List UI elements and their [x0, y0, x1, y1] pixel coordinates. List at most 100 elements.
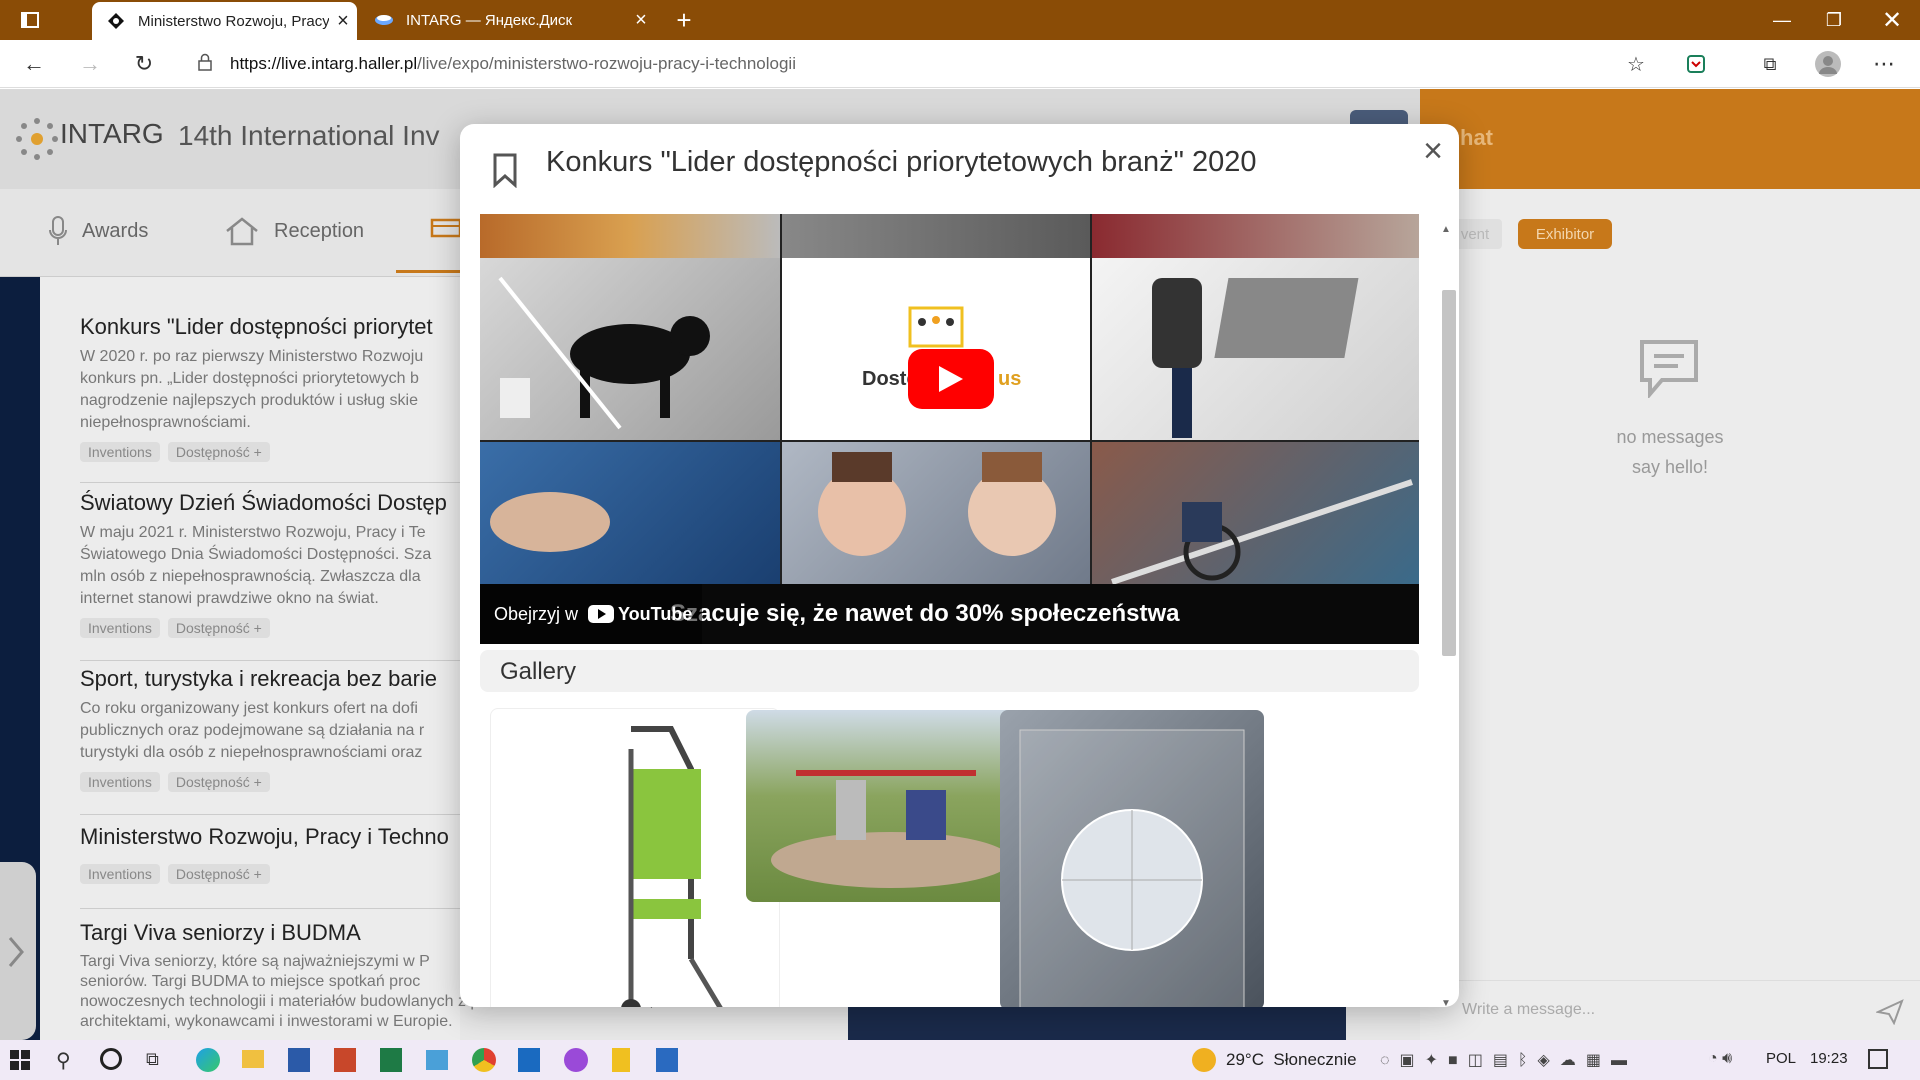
app-icon[interactable] — [612, 1048, 630, 1072]
scroll-down-icon[interactable]: ▼ — [1441, 998, 1451, 1007]
project-modal: Konkurs "Lider dostępności priorytetowyc… — [460, 124, 1459, 1007]
forward-icon[interactable]: → — [72, 46, 108, 82]
tab-title: Ministerstwo Rozwoju, Pracy i Te — [138, 12, 329, 30]
gallery-image-evacuation-chair[interactable] — [490, 708, 780, 1007]
watch-on-youtube-button[interactable]: Obejrzyj w YouTube — [480, 584, 702, 644]
modal-scrollbar[interactable]: ▲ ▼ — [1438, 220, 1458, 1007]
address-bar-row: ← → ↻ https://live.intarg.haller.pl/live… — [0, 40, 1920, 88]
url-input[interactable]: https://live.intarg.haller.pl/live/expo/… — [180, 46, 1660, 82]
tag-dostepnosc[interactable]: Dostępność + — [167, 442, 270, 462]
guide-dog-tile — [480, 258, 780, 440]
tag-inventions[interactable]: Inventions — [80, 864, 160, 884]
minimize-icon[interactable]: — — [1756, 0, 1808, 40]
list-item-title: Konkurs "Lider dostępności priorytet — [80, 314, 433, 339]
list-item-description: W maju 2021 r. Ministerstwo Rozwoju, Pra… — [80, 524, 432, 607]
youtube-video-embed[interactable]: Doste us Szacuje się, że nawet do 30% sp… — [480, 214, 1419, 644]
divider — [80, 660, 460, 661]
windows-start-icon[interactable] — [10, 1050, 30, 1070]
expo-icon[interactable] — [430, 214, 462, 244]
play-icon — [939, 366, 963, 392]
gallery-image-crystal-globe[interactable] — [1000, 710, 1264, 1007]
bookmark-icon[interactable] — [490, 152, 520, 188]
nav-awards-label: Awards — [82, 219, 149, 242]
nav-active-underline — [396, 270, 460, 273]
list-item[interactable]: Sport, turystyka i rekreacja bez barie C… — [80, 666, 460, 792]
chat-header: hat — [1420, 89, 1920, 189]
video-tile — [1092, 214, 1419, 258]
excel-icon[interactable] — [380, 1048, 402, 1072]
list-item[interactable]: Światowy Dzień Świadomości Dostęp W maju… — [80, 490, 460, 638]
search-icon[interactable]: ⚲ — [56, 1048, 71, 1073]
task-view-icon[interactable]: ⧉ — [146, 1049, 159, 1070]
site-logo-text: INTARG — [60, 118, 164, 149]
robotic-hand-tile — [1092, 258, 1419, 440]
tab-title: INTARG — Яндекс.Диск — [406, 11, 573, 29]
notifications-icon[interactable] — [1868, 1049, 1888, 1069]
collections-icon[interactable]: ⧉ — [1752, 46, 1788, 82]
tag-inventions[interactable]: Inventions — [80, 772, 160, 792]
reload-icon[interactable]: ↻ — [126, 46, 162, 82]
sidebar-collapse-handle[interactable] — [0, 862, 36, 1040]
system-tray-icons[interactable]: ◌▣✦■◫▤ᛒ◈☁▦▬ — [1380, 1050, 1637, 1070]
photos-icon[interactable] — [656, 1048, 678, 1072]
favorite-star-icon[interactable]: ☆ — [1618, 46, 1654, 82]
nav-awards[interactable]: Awards — [48, 216, 148, 246]
more-menu-icon[interactable]: ⋯ — [1866, 46, 1902, 82]
chat-empty-state: no messages say hello! — [1560, 422, 1780, 482]
tag-dostepnosc[interactable]: Dostępność + — [167, 772, 270, 792]
url-host: https://live.intarg.haller.pl — [230, 54, 418, 73]
list-item-description: Co roku organizowany jest konkurs ofert … — [80, 700, 425, 761]
new-tab-icon[interactable]: + — [658, 0, 710, 40]
yandex-disk-favicon-icon — [374, 10, 394, 30]
gallery-image-playground[interactable] — [746, 710, 1036, 902]
app-icon[interactable] — [564, 1048, 588, 1072]
tab-actions-icon[interactable] — [6, 0, 54, 40]
tag-dostepnosc[interactable]: Dostępność + — [167, 864, 270, 884]
tag-dostepnosc[interactable]: Dostępność + — [167, 618, 270, 638]
cortana-icon[interactable] — [100, 1048, 122, 1070]
file-explorer-icon[interactable] — [242, 1050, 264, 1068]
video-caption-bar: Szacuje się, że nawet do 30% społeczeńst… — [480, 584, 1419, 644]
list-item[interactable]: Konkurs "Lider dostępności priorytet W 2… — [80, 314, 460, 462]
list-item[interactable]: Ministerstwo Rozwoju, Pracy i Techno Inv… — [80, 824, 460, 884]
exhibitor-tab-button[interactable]: Exhibitor — [1518, 219, 1612, 249]
close-window-icon[interactable]: ✕ — [1866, 0, 1918, 40]
gallery-label: Gallery — [500, 658, 577, 685]
youtube-play-button[interactable] — [908, 349, 994, 409]
scrollbar-thumb[interactable] — [1442, 290, 1456, 656]
outlook-icon[interactable] — [518, 1048, 540, 1072]
video-caption-text: Szacuje się, że nawet do 30% społeczeńst… — [670, 600, 1180, 627]
scroll-up-icon[interactable]: ▲ — [1441, 224, 1451, 235]
powerpoint-icon[interactable] — [334, 1048, 356, 1072]
tag-inventions[interactable]: Inventions — [80, 442, 160, 462]
restore-icon[interactable]: ❐ — [1808, 0, 1860, 40]
wheelchair-ramp-tile — [1092, 442, 1419, 584]
edge-app-icon[interactable] — [196, 1048, 220, 1072]
tab-yandex-disk[interactable]: INTARG — Яндекс.Диск × — [360, 0, 655, 40]
modal-title: Konkurs "Lider dostępności priorytetowyc… — [546, 146, 1257, 178]
profile-avatar-icon[interactable] — [1810, 46, 1846, 82]
close-tab-icon[interactable]: × — [329, 10, 357, 33]
network-volume-icon[interactable]: ◔ 🔊︎ — [1708, 1050, 1732, 1068]
close-tab-icon[interactable]: × — [627, 9, 655, 32]
language-indicator[interactable]: POL — [1766, 1050, 1796, 1067]
brand-text-right: us — [998, 368, 1022, 390]
video-tile — [480, 214, 780, 258]
chat-empty-line1: no messages — [1616, 427, 1724, 447]
intarg-logo-icon — [14, 116, 60, 162]
send-icon[interactable] — [1876, 999, 1904, 1025]
accessibility-logo-icon — [908, 306, 964, 348]
tab-ministerstwo[interactable]: Ministerstwo Rozwoju, Pracy i Te × — [92, 2, 357, 40]
app-icon[interactable] — [426, 1050, 448, 1070]
clock[interactable]: 19:23 — [1810, 1050, 1848, 1067]
weather-sun-icon — [1192, 1048, 1216, 1072]
back-icon[interactable]: ← — [16, 46, 52, 82]
chrome-icon[interactable] — [472, 1048, 496, 1072]
weather-text[interactable]: 29°C Słonecznie — [1226, 1050, 1357, 1070]
word-icon[interactable] — [288, 1048, 310, 1072]
message-input[interactable]: Write a message... — [1420, 980, 1920, 1040]
close-icon[interactable]: × — [1416, 134, 1450, 170]
nav-reception[interactable]: Reception — [224, 216, 364, 246]
tag-inventions[interactable]: Inventions — [80, 618, 160, 638]
extension-icon[interactable] — [1678, 46, 1714, 82]
